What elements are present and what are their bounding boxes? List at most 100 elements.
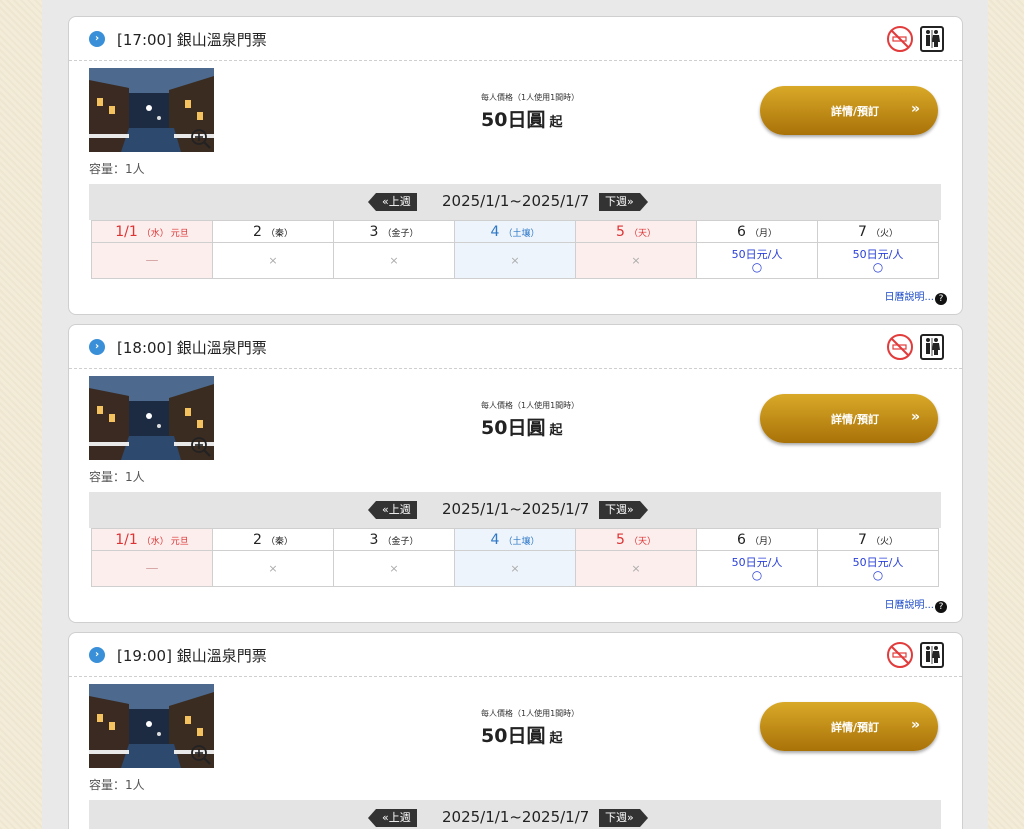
availability-calendar: 1/1 （水） 元旦 2 （秦） 3 （金子） 4 （土壤） 5 （天） 6 （月） 7 （火）… bbox=[91, 528, 939, 587]
date-number: 3 bbox=[369, 223, 379, 240]
price-amount: 50日圓 bbox=[481, 109, 546, 131]
date-number: 4 bbox=[490, 223, 500, 240]
day-price-link[interactable]: 50日元/人 bbox=[818, 556, 938, 569]
day-price-link[interactable]: 50日元/人 bbox=[818, 248, 938, 261]
date-weekday: （天） bbox=[628, 228, 656, 239]
details-booking-button[interactable]: 詳情/預訂 » bbox=[760, 394, 938, 443]
available-mark[interactable]: ○ bbox=[818, 261, 938, 273]
restroom-icon bbox=[920, 334, 944, 360]
week-range: 2025/1/1~2025/1/7 bbox=[442, 500, 590, 518]
card-title[interactable]: [17:00] 銀山溫泉門票 bbox=[117, 29, 267, 50]
date-cell: 6 （月） bbox=[696, 528, 818, 551]
previous-week-button[interactable]: «上週 bbox=[368, 809, 417, 827]
price-value: 50日圓起 bbox=[481, 105, 562, 132]
chevron-right-circle-icon: › bbox=[89, 647, 105, 663]
sold-out-mark: × bbox=[631, 254, 641, 267]
card-header: › [17:00] 銀山溫泉門票 bbox=[69, 17, 962, 61]
calendar-legend-link[interactable]: 日曆說明...? bbox=[884, 288, 947, 305]
availability-cell: — bbox=[91, 550, 213, 587]
chevron-right-circle-icon: › bbox=[89, 339, 105, 355]
card-title[interactable]: [19:00] 銀山溫泉門票 bbox=[117, 645, 267, 666]
date-number: 1/1 bbox=[115, 223, 138, 240]
booking-button-label: 詳情/預訂 bbox=[830, 720, 880, 734]
zoom-in-icon[interactable] bbox=[190, 128, 212, 150]
card-title[interactable]: [18:00] 銀山溫泉門票 bbox=[117, 337, 267, 358]
date-cell: 7 （火） bbox=[817, 528, 939, 551]
availability-cell[interactable]: 50日元/人 ○ bbox=[817, 550, 939, 587]
ticket-card: › [18:00] 銀山溫泉門票 容量：1人 每人價格（1人使用1間時） 50日… bbox=[68, 324, 963, 623]
next-week-button[interactable]: 下週» bbox=[599, 501, 648, 519]
day-price-link[interactable]: 50日元/人 bbox=[697, 248, 817, 261]
availability-cell[interactable]: 50日元/人 ○ bbox=[817, 242, 939, 279]
date-weekday: （金子） bbox=[382, 228, 419, 239]
date-cell: 1/1 （水） 元旦 bbox=[91, 528, 213, 551]
day-price-link[interactable]: 50日元/人 bbox=[697, 556, 817, 569]
no-smoking-icon bbox=[887, 26, 913, 52]
date-cell: 3 （金子） bbox=[333, 220, 455, 243]
date-cell: 2 （秦） bbox=[212, 220, 334, 243]
date-cell: 5 （天） bbox=[575, 220, 697, 243]
onsen-photo[interactable] bbox=[89, 376, 214, 460]
legend-link-label: 日曆說明... bbox=[884, 600, 934, 611]
week-navigator: «上週 2025/1/1~2025/1/7 下週» bbox=[89, 492, 941, 528]
date-weekday: （天） bbox=[628, 536, 656, 547]
availability-cell: × bbox=[333, 242, 455, 279]
booking-button-label: 詳情/預訂 bbox=[830, 412, 880, 426]
availability-cell: × bbox=[212, 550, 334, 587]
calendar-availability-row: — × × × × 50日元/人 ○ 50日元/人 ○ bbox=[91, 242, 939, 279]
double-chevron-right-icon: » bbox=[910, 409, 920, 425]
onsen-photo[interactable] bbox=[89, 684, 214, 768]
zoom-in-icon[interactable] bbox=[190, 744, 212, 766]
availability-cell: × bbox=[212, 242, 334, 279]
date-number: 3 bbox=[369, 531, 379, 548]
date-number: 7 bbox=[858, 223, 867, 240]
onsen-photo[interactable] bbox=[89, 68, 214, 152]
week-navigator: «上週 2025/1/1~2025/1/7 下週» bbox=[89, 184, 941, 220]
unavailable-mark: — bbox=[145, 561, 159, 576]
price-note: 每人價格（1人使用1間時） bbox=[481, 401, 580, 410]
availability-cell: — bbox=[91, 242, 213, 279]
price-amount: 50日圓 bbox=[481, 725, 546, 747]
date-weekday: （水） bbox=[141, 536, 169, 547]
price-suffix: 起 bbox=[549, 115, 563, 130]
date-cell: 4 （土壤） bbox=[454, 220, 576, 243]
date-cell: 5 （天） bbox=[575, 528, 697, 551]
next-week-button[interactable]: 下週» bbox=[599, 809, 648, 827]
calendar-date-row: 1/1 （水） 元旦 2 （秦） 3 （金子） 4 （土壤） 5 （天） 6 （月） 7 （火） bbox=[91, 220, 939, 243]
question-circle-icon: ? bbox=[935, 293, 947, 305]
date-cell: 2 （秦） bbox=[212, 528, 334, 551]
sold-out-mark: × bbox=[389, 562, 399, 575]
sold-out-mark: × bbox=[510, 254, 520, 267]
date-cell: 4 （土壤） bbox=[454, 528, 576, 551]
details-booking-button[interactable]: 詳情/預訂 » bbox=[760, 86, 938, 135]
previous-week-button[interactable]: «上週 bbox=[368, 193, 417, 211]
availability-cell: × bbox=[454, 550, 576, 587]
date-number: 7 bbox=[858, 531, 867, 548]
holiday-label: 元旦 bbox=[170, 228, 189, 239]
details-booking-button[interactable]: 詳情/預訂 » bbox=[760, 702, 938, 751]
date-number: 5 bbox=[616, 223, 625, 240]
availability-cell: × bbox=[575, 550, 697, 587]
available-mark[interactable]: ○ bbox=[818, 569, 938, 581]
availability-cell[interactable]: 50日元/人 ○ bbox=[696, 550, 818, 587]
available-mark[interactable]: ○ bbox=[697, 261, 817, 273]
date-weekday: （秦） bbox=[265, 228, 293, 239]
next-week-button[interactable]: 下週» bbox=[599, 193, 648, 211]
chevron-right-circle-icon: › bbox=[89, 31, 105, 47]
legend-link-label: 日曆說明... bbox=[884, 292, 934, 303]
date-number: 2 bbox=[253, 223, 262, 240]
card-header: › [18:00] 銀山溫泉門票 bbox=[69, 325, 962, 369]
capacity-label: 容量：1人 bbox=[89, 470, 145, 484]
date-weekday: （金子） bbox=[382, 536, 419, 547]
available-mark[interactable]: ○ bbox=[697, 569, 817, 581]
question-circle-icon: ? bbox=[935, 601, 947, 613]
previous-week-button[interactable]: «上週 bbox=[368, 501, 417, 519]
zoom-in-icon[interactable] bbox=[190, 436, 212, 458]
date-weekday: （月） bbox=[749, 536, 777, 547]
availability-cell[interactable]: 50日元/人 ○ bbox=[696, 242, 818, 279]
calendar-legend-link[interactable]: 日曆說明...? bbox=[884, 596, 947, 613]
price-amount: 50日圓 bbox=[481, 417, 546, 439]
price-suffix: 起 bbox=[549, 423, 563, 438]
date-weekday: （水） bbox=[141, 228, 169, 239]
sold-out-mark: × bbox=[268, 254, 278, 267]
